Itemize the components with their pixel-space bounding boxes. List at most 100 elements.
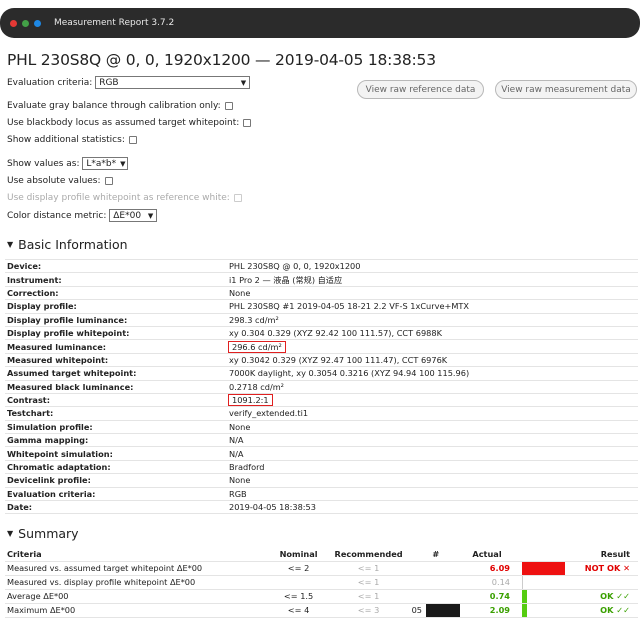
info-value: i1 Pro 2 — 液晶 (常规) 自适应 [227, 272, 638, 287]
info-row: Measured luminance: 296.6 cd/m² [5, 339, 638, 354]
info-key: Simulation profile: [5, 420, 227, 435]
info-row: Instrument: i1 Pro 2 — 液晶 (常规) 自适应 [5, 272, 638, 287]
info-value-text: N/A [229, 435, 244, 446]
result-cell [578, 575, 638, 590]
show-values-select[interactable]: L*a*b* ▼ [82, 157, 129, 170]
blackbody-checkbox[interactable] [243, 118, 252, 127]
criteria-cell: Measured vs. assumed target whitepoint Δ… [5, 561, 270, 576]
bar-cell [520, 561, 578, 576]
info-value: None [227, 473, 638, 488]
gray-balance-checkbox[interactable] [224, 101, 233, 110]
info-key: Chromatic adaptation: [5, 460, 227, 475]
info-value: N/A [227, 433, 638, 448]
info-row: Testchart: verify_extended.ti1 [5, 406, 638, 421]
evaluation-criteria-value: RGB [99, 77, 119, 88]
info-key: Contrast: [5, 393, 227, 408]
criteria-cell: Measured vs. display profile whitepoint … [5, 575, 270, 590]
info-key: Measured whitepoint: [5, 353, 227, 368]
actual-cell: 0.14 [462, 575, 520, 590]
info-key: Instrument: [5, 272, 227, 287]
dropdown-arrow-icon: ▼ [147, 211, 154, 220]
info-row: Chromatic adaptation: Bradford [5, 460, 638, 475]
info-row: Date: 2019-04-05 18:38:53 [5, 500, 638, 515]
result-cell: OK ✓✓ [578, 589, 638, 604]
summary-table: Criteria Nominal Recommended # Actual Re… [5, 547, 638, 618]
view-raw-reference-button[interactable]: View raw reference data [357, 80, 484, 99]
color-distance-row: Color distance metric: ΔE*00 ▼ [7, 209, 158, 222]
bar-cell [520, 589, 578, 604]
summary-heading[interactable]: ▼ Summary [7, 526, 79, 541]
criteria-cell: Maximum ΔE*00 [5, 603, 270, 618]
summary-row: Measured vs. assumed target whitepoint Δ… [5, 561, 638, 576]
info-key: Gamma mapping: [5, 433, 227, 448]
show-values-value: L*a*b* [86, 158, 117, 169]
blackbody-label: Use blackbody locus as assumed target wh… [7, 118, 240, 128]
info-key: Display profile: [5, 299, 227, 314]
evaluation-criteria-row: Evaluation criteria: RGB ▼ [7, 76, 251, 89]
additional-stats-row: Show additional statistics: [7, 135, 137, 145]
absolute-values-checkbox[interactable] [104, 176, 113, 185]
info-value-text: 298.3 cd/m² [229, 314, 279, 325]
info-value: xy 0.304 0.329 (XYZ 92.42 100 111.57), C… [227, 326, 638, 341]
recommended-header: Recommended [327, 547, 410, 562]
window-title: Measurement Report 3.7.2 [54, 18, 175, 28]
basic-info-table: Device: PHL 230S8Q @ 0, 0, 1920x1200 Instr… [5, 258, 638, 515]
summary-row: Average ΔE*00 <= 1.5 <= 1 0.74 OK ✓✓ [5, 589, 638, 604]
close-window-dot[interactable] [10, 19, 17, 27]
dropdown-arrow-icon: ▼ [120, 159, 126, 168]
info-value: RGB [227, 487, 638, 502]
nominal-cell: <= 4 [269, 603, 328, 618]
result-cell: NOT OK ✕ [578, 561, 638, 576]
actual-cell: 6.09 [462, 561, 520, 576]
info-key: Whitepoint simulation: [5, 446, 227, 461]
criteria-header: Criteria [5, 547, 270, 562]
bar-track [522, 561, 576, 575]
info-value-text: None [229, 475, 251, 486]
view-raw-measurement-button[interactable]: View raw measurement data [495, 80, 637, 99]
recommended-cell: <= 1 [327, 561, 410, 576]
info-row: Simulation profile: None [5, 420, 638, 435]
show-values-label: Show values as: [7, 159, 80, 169]
recommended-cell: <= 1 [327, 589, 410, 604]
summary-heading-text: Summary [18, 526, 79, 541]
nominal-cell: <= 2 [269, 561, 328, 576]
basic-info-heading[interactable]: ▼ Basic Information [7, 237, 128, 252]
summary-row: Maximum ΔE*00 <= 4 <= 3 05 2.09 OK ✓✓ [5, 603, 638, 618]
info-value: 0.2718 cd/m² [227, 380, 638, 394]
info-key: Date: [5, 500, 227, 515]
info-key: Evaluation criteria: [5, 487, 227, 502]
info-row: Measured whitepoint: xy 0.3042 0.329 (XYZ… [5, 353, 638, 368]
color-distance-select[interactable]: ΔE*00 ▼ [109, 209, 158, 222]
evaluation-criteria-select[interactable]: RGB ▼ [95, 76, 251, 89]
basic-info-heading-text: Basic Information [18, 237, 128, 252]
info-row: Evaluation criteria: RGB [5, 487, 638, 502]
info-value-text: Bradford [229, 462, 265, 473]
info-row: Gamma mapping: N/A [5, 433, 638, 448]
maximize-window-dot[interactable] [22, 19, 29, 27]
info-value: PHL 230S8Q @ 0, 0, 1920x1200 [227, 258, 638, 274]
info-value-text: xy 0.304 0.329 (XYZ 92.42 100 111.57), C… [229, 328, 442, 339]
recommended-cell: <= 1 [327, 575, 410, 590]
info-value: 296.6 cd/m² [227, 339, 638, 354]
minimize-window-dot[interactable] [34, 19, 41, 27]
info-row: Display profile luminance: 298.3 cd/m² [5, 313, 638, 327]
number-cell [409, 589, 462, 604]
bar-header [520, 547, 578, 562]
info-value-text: 7000K daylight, xy 0.3054 0.3216 (XYZ 94… [229, 368, 470, 379]
number-cell [409, 561, 462, 576]
info-value-text: None [229, 287, 251, 298]
highlighted-value: 1091.2:1 [228, 394, 273, 407]
info-value: 298.3 cd/m² [227, 313, 638, 327]
info-key: Measured black luminance: [5, 380, 227, 394]
info-key: Device: [5, 258, 227, 274]
info-value: 7000K daylight, xy 0.3054 0.3216 (XYZ 94… [227, 366, 638, 381]
nominal-cell: <= 1.5 [269, 589, 328, 604]
info-row: Device: PHL 230S8Q @ 0, 0, 1920x1200 [5, 258, 638, 274]
info-value: PHL 230S8Q #1 2019-04-05 18-21 2.2 VF-S … [227, 299, 638, 314]
gray-balance-row: Evaluate gray balance through calibratio… [7, 101, 233, 111]
additional-stats-checkbox[interactable] [128, 135, 137, 144]
summary-row: Measured vs. display profile whitepoint … [5, 575, 638, 590]
info-row: Devicelink profile: None [5, 473, 638, 488]
bar-cell [520, 603, 578, 618]
actual-header: Actual [462, 547, 520, 562]
